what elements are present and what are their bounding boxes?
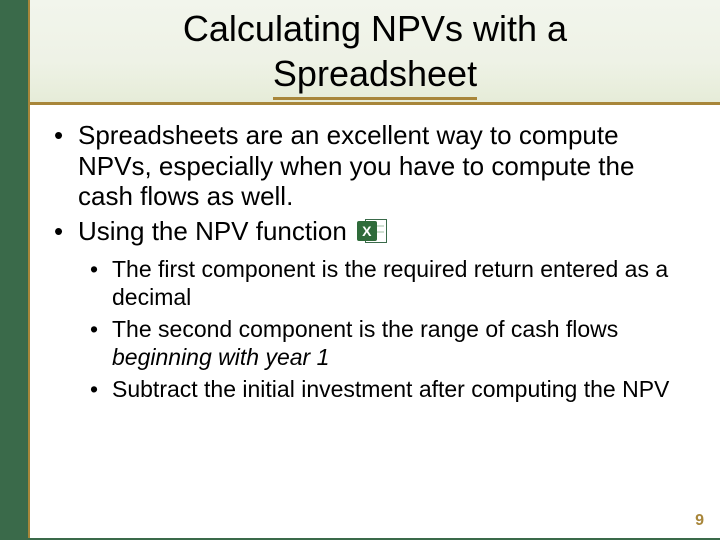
bullet-level1: Spreadsheets are an excellent way to com… bbox=[50, 120, 690, 212]
page-number: 9 bbox=[695, 512, 704, 530]
slide-title: Calculating NPVs with a Spreadsheet bbox=[30, 6, 720, 100]
title-line-1: Calculating NPVs with a bbox=[183, 8, 567, 49]
bullet-text: Spreadsheets are an excellent way to com… bbox=[78, 120, 634, 211]
bullet-text: Subtract the initial investment after co… bbox=[112, 376, 669, 402]
bullet-level1: Using the NPV function X bbox=[50, 216, 690, 247]
bullet-row-with-icon: Using the NPV function X bbox=[78, 216, 690, 247]
bullet-text: Using the NPV function bbox=[78, 216, 347, 247]
bullet-level2: The second component is the range of cas… bbox=[88, 315, 690, 371]
excel-icon[interactable]: X bbox=[357, 217, 387, 245]
excel-x-badge: X bbox=[357, 221, 377, 241]
title-line-2: Spreadsheet bbox=[273, 51, 477, 100]
slide: Calculating NPVs with a Spreadsheet Spre… bbox=[0, 0, 720, 540]
bullet-text: The second component is the range of cas… bbox=[112, 316, 618, 342]
bullet-level2: Subtract the initial investment after co… bbox=[88, 375, 690, 403]
content-area: Spreadsheets are an excellent way to com… bbox=[50, 120, 690, 407]
sub-bullets: The first component is the required retu… bbox=[88, 255, 690, 403]
bullet-level2: The first component is the required retu… bbox=[88, 255, 690, 311]
bullet-emphasis: beginning with year 1 bbox=[112, 344, 329, 370]
left-accent-bar bbox=[0, 0, 30, 540]
bullet-text: The first component is the required retu… bbox=[112, 256, 668, 310]
